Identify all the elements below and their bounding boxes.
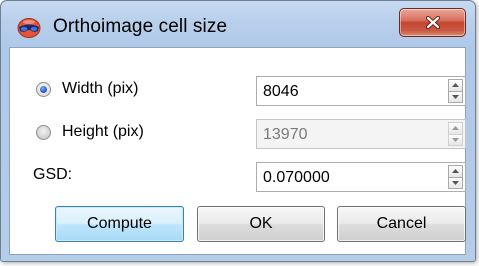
arrow-up-icon xyxy=(452,126,459,131)
gsd-label: GSD: xyxy=(33,166,73,183)
gsd-decrement-button[interactable] xyxy=(448,177,463,189)
height-spinbox: 13970 xyxy=(256,119,466,149)
width-radio[interactable] xyxy=(36,81,51,97)
dialog-content: Width (pix) 8046 Height (pix) 13970 GSD:… xyxy=(9,47,466,255)
compute-button[interactable]: Compute xyxy=(55,206,184,242)
height-option[interactable]: Height (pix) xyxy=(36,123,144,141)
arrow-down-icon xyxy=(452,94,459,99)
arrow-up-icon xyxy=(452,83,459,88)
height-decrement-button xyxy=(448,134,463,146)
gsd-spinbox[interactable]: 0.070000 xyxy=(256,162,466,192)
width-option[interactable]: Width (pix) xyxy=(36,80,138,98)
arrow-down-icon xyxy=(452,180,459,185)
height-value: 13970 xyxy=(263,126,308,143)
cancel-button-label: Cancel xyxy=(376,215,427,232)
width-decrement-button[interactable] xyxy=(448,91,463,103)
close-button[interactable] xyxy=(399,8,466,37)
window-title: Orthoimage cell size xyxy=(53,16,228,37)
height-radio[interactable] xyxy=(36,124,51,140)
red-blue-3d-glasses-icon xyxy=(17,18,41,38)
height-stepper xyxy=(448,122,463,146)
dialog-window: Orthoimage cell size Width (pix) 8046 He… xyxy=(0,0,476,262)
height-label: Height (pix) xyxy=(62,123,144,140)
width-increment-button[interactable] xyxy=(448,79,463,92)
ok-button[interactable]: OK xyxy=(197,206,325,242)
compute-button-label: Compute xyxy=(87,215,152,232)
ok-button-label: OK xyxy=(249,215,273,232)
gsd-value[interactable]: 0.070000 xyxy=(263,169,330,187)
height-increment-button xyxy=(448,122,463,135)
width-value[interactable]: 8046 xyxy=(263,83,299,101)
width-label: Width (pix) xyxy=(62,80,139,97)
width-spinbox[interactable]: 8046 xyxy=(256,76,466,106)
gsd-stepper[interactable] xyxy=(448,165,463,189)
gsd-increment-button[interactable] xyxy=(448,165,463,178)
arrow-down-icon xyxy=(452,137,459,142)
close-x-icon xyxy=(425,16,440,29)
gsd-row: GSD: xyxy=(33,166,72,184)
arrow-up-icon xyxy=(452,169,459,174)
width-stepper[interactable] xyxy=(448,79,463,103)
title-bar[interactable]: Orthoimage cell size xyxy=(1,1,475,47)
cancel-button[interactable]: Cancel xyxy=(337,206,466,242)
